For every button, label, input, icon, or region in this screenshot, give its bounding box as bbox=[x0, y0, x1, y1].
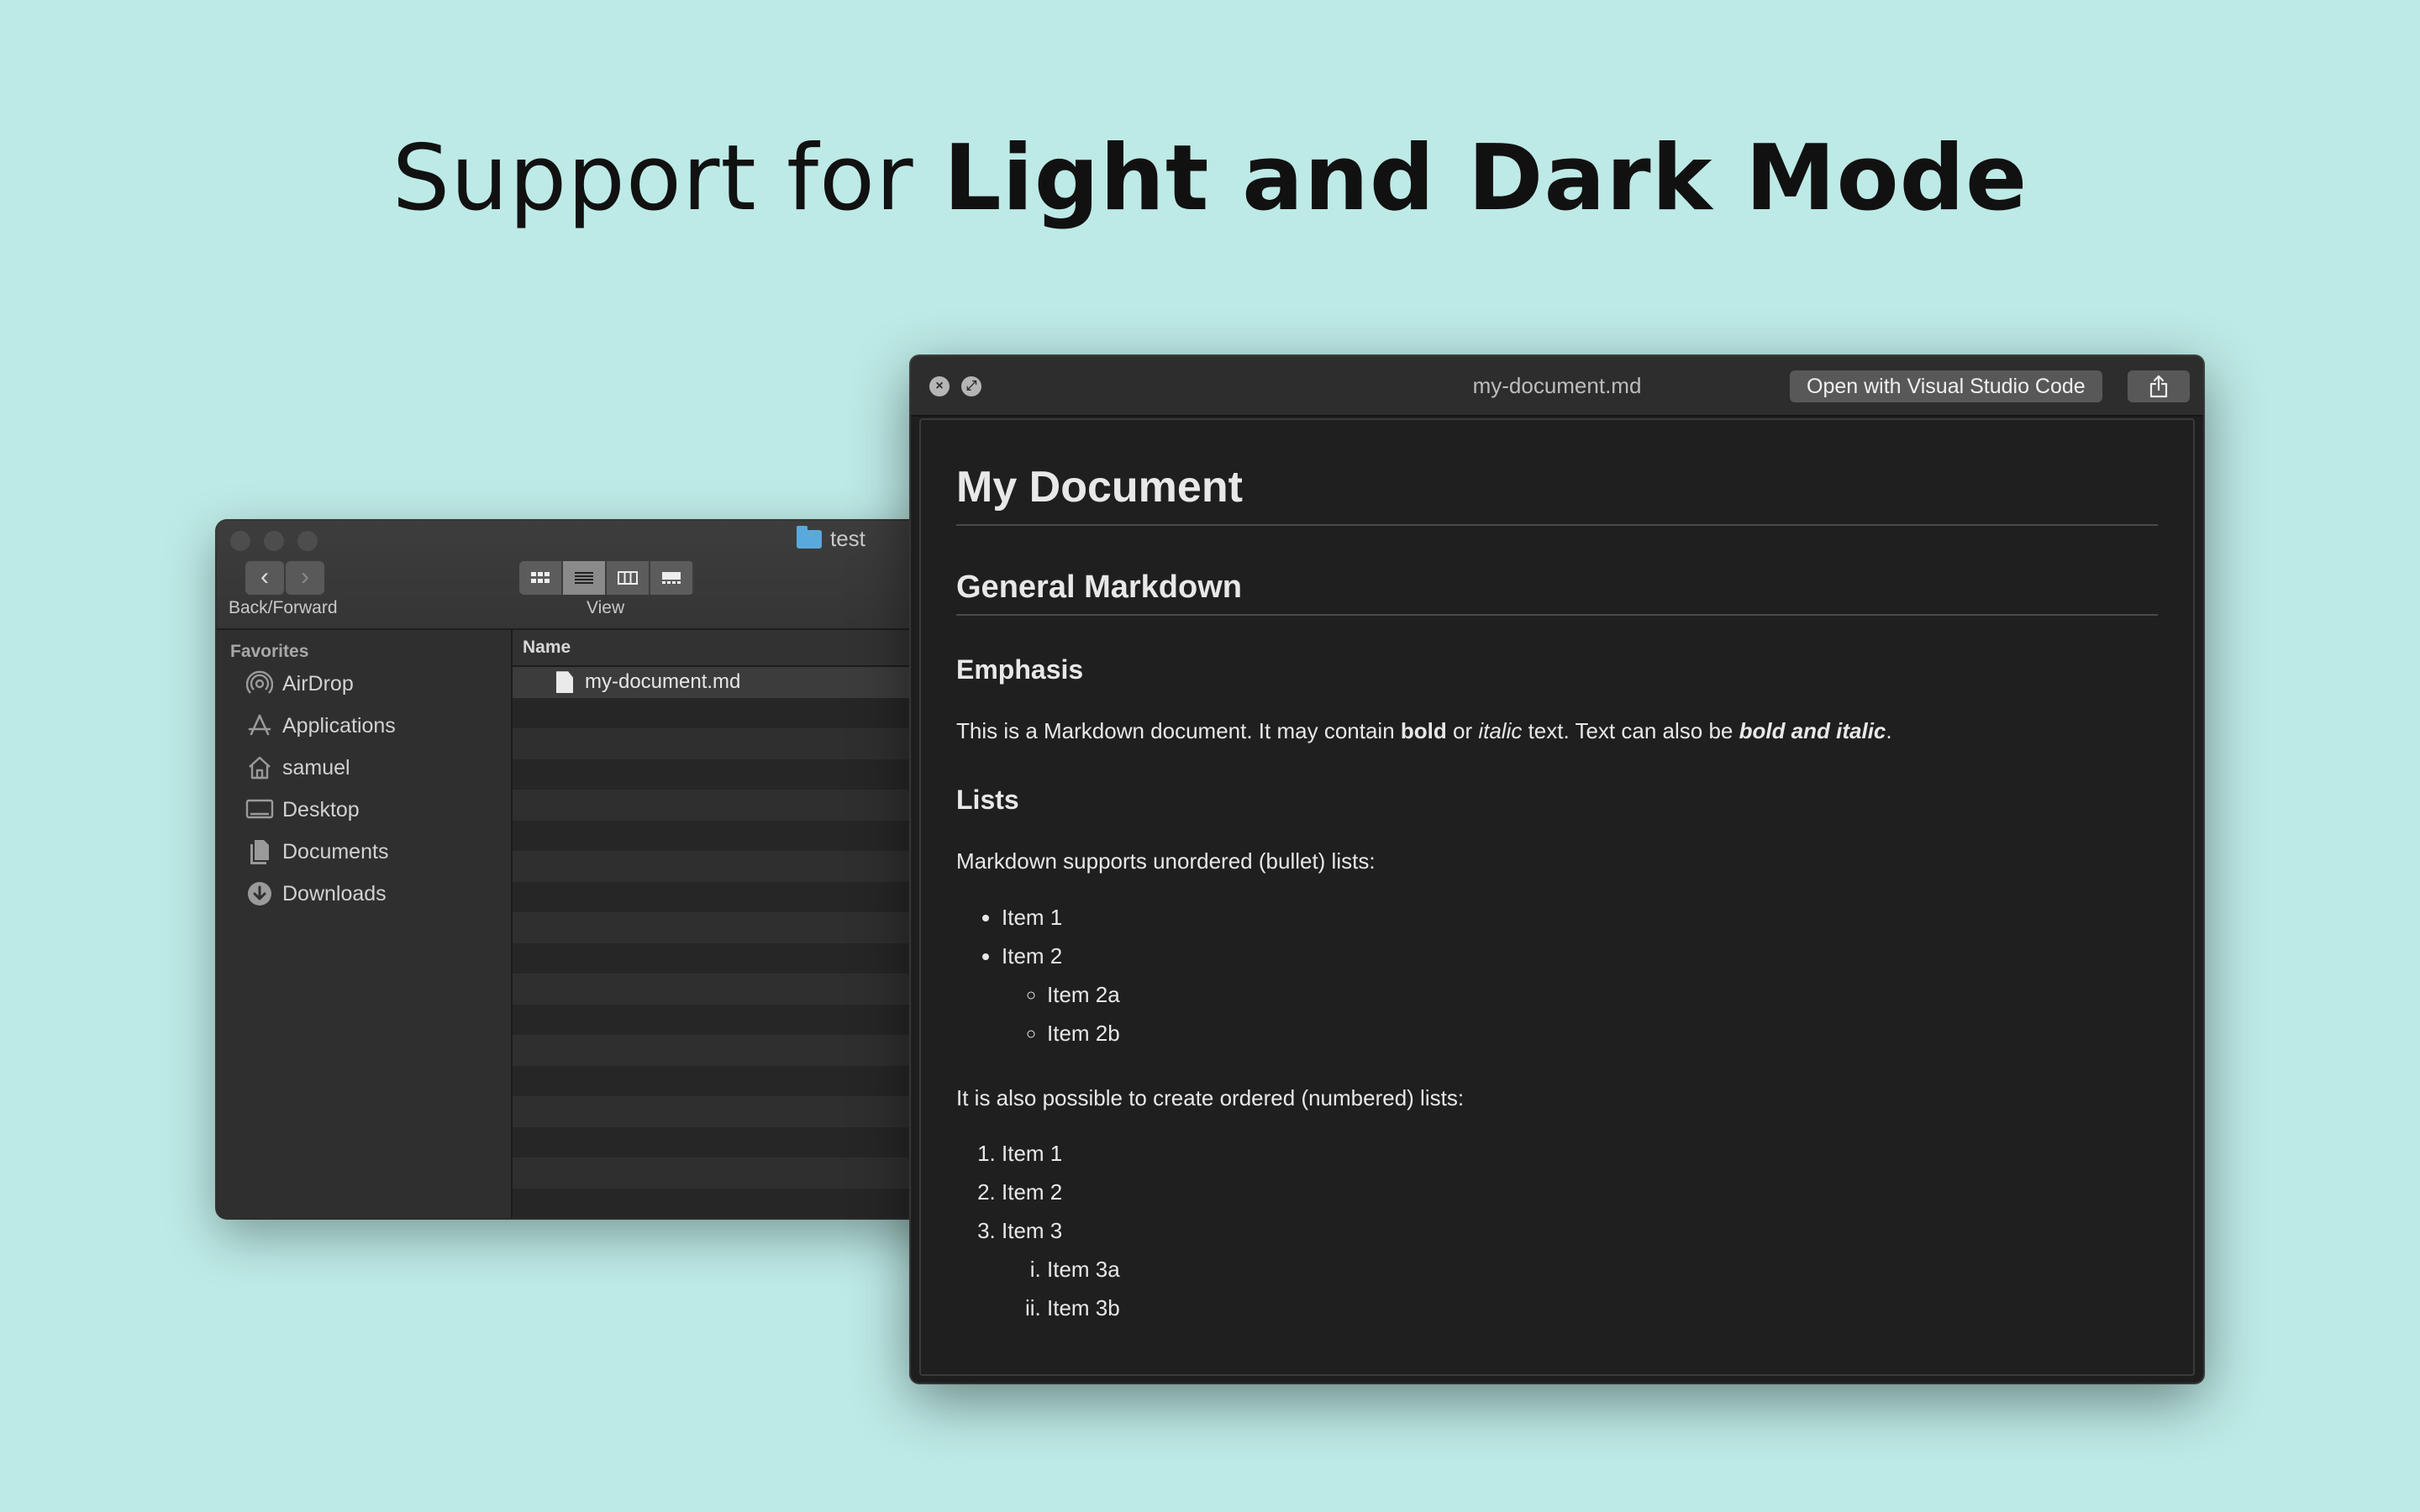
finder-sidebar: Favorites AirDrop Applications samuel De… bbox=[217, 630, 513, 1218]
chevron-left-icon: ‹ bbox=[260, 563, 269, 591]
text: This is a Markdown document. It may cont… bbox=[956, 718, 1401, 743]
list-view-button[interactable] bbox=[563, 561, 607, 595]
nested-ordered-list: Item 3a Item 3b bbox=[1002, 1250, 2158, 1327]
list-item-text: Item 2 bbox=[1002, 1179, 1063, 1205]
emphasis-paragraph: This is a Markdown document. It may cont… bbox=[956, 717, 2158, 746]
sidebar-item-documents[interactable]: Documents bbox=[245, 835, 388, 869]
list-item-text: Item 3b bbox=[1047, 1295, 1120, 1321]
sidebar-item-label: samuel bbox=[282, 755, 350, 780]
chevron-right-icon: › bbox=[301, 563, 309, 591]
headline-regular: Support for bbox=[392, 126, 944, 231]
folder-icon bbox=[797, 525, 822, 549]
headline: Support for Light and Dark Mode bbox=[0, 126, 2420, 231]
view-label: View bbox=[587, 598, 625, 617]
sidebar-item-applications[interactable]: Applications bbox=[245, 709, 396, 743]
airdrop-icon bbox=[245, 669, 274, 698]
list-item-text: Item 1 bbox=[1002, 1141, 1063, 1167]
finder-title: test bbox=[797, 525, 865, 552]
list-item: Item 2 Item 2a Item 2b bbox=[1002, 937, 2158, 1053]
list-item: Item 2b bbox=[1047, 1014, 2158, 1053]
unordered-list: Item 1 Item 2 Item 2a Item 2b bbox=[956, 898, 2158, 1053]
sidebar-item-label: Desktop bbox=[282, 797, 360, 822]
list-item-text: Item 2 bbox=[1002, 942, 1063, 969]
icon-view-button[interactable] bbox=[519, 561, 563, 595]
file-name: my-document.md bbox=[585, 670, 741, 694]
document-icon bbox=[556, 671, 573, 694]
markdown-preview: My Document General Markdown Emphasis Th… bbox=[919, 418, 2195, 1376]
text: text. Text can also be bbox=[1522, 718, 1739, 743]
sidebar-item-label: Applications bbox=[282, 713, 396, 738]
gallery-view-button[interactable] bbox=[650, 561, 694, 595]
ordered-list: Item 1 Item 2 Item 3 Item 3a Item 3b bbox=[956, 1134, 2158, 1327]
back-button[interactable]: ‹ bbox=[245, 561, 284, 595]
sidebar-item-samuel[interactable]: samuel bbox=[245, 751, 350, 785]
sidebar-item-label: Documents bbox=[282, 839, 389, 864]
zoom-button[interactable] bbox=[297, 531, 318, 551]
sidebar-item-label: Downloads bbox=[282, 881, 387, 906]
list-item: Item 3b bbox=[1047, 1289, 2158, 1327]
applications-icon bbox=[245, 711, 274, 740]
headline-bold: Light and Dark Mode bbox=[943, 126, 2028, 231]
bold-text: bold bbox=[1400, 718, 1447, 743]
forward-button[interactable]: › bbox=[286, 561, 324, 595]
text: . bbox=[1886, 718, 1892, 743]
list-item: Item 2 bbox=[1002, 1173, 2158, 1211]
share-icon bbox=[2149, 375, 2168, 398]
quicklook-titlebar: × ⤢ my-document.md Open with Visual Stud… bbox=[911, 356, 2203, 417]
text: or bbox=[1446, 718, 1479, 743]
sidebar-item-downloads[interactable]: Downloads bbox=[245, 877, 387, 911]
downloads-icon bbox=[245, 879, 274, 908]
column-view-button[interactable] bbox=[607, 561, 650, 595]
window-controls bbox=[230, 531, 318, 551]
list-item-text: Item 1 bbox=[1002, 904, 1063, 930]
unordered-intro: Markdown supports unordered (bullet) lis… bbox=[956, 848, 1376, 874]
italic-text: italic bbox=[1478, 718, 1523, 743]
sidebar-heading: Favorites bbox=[230, 642, 309, 661]
share-button[interactable] bbox=[2128, 370, 2190, 402]
list-icon bbox=[575, 572, 593, 584]
ordered-intro: It is also possible to create ordered (n… bbox=[956, 1084, 1465, 1110]
heading-emphasis: Emphasis bbox=[956, 654, 1084, 685]
desktop-icon bbox=[245, 795, 274, 824]
list-item: Item 3a bbox=[1047, 1250, 2158, 1289]
view-switcher bbox=[519, 561, 694, 595]
list-item-text: Item 3 bbox=[1002, 1218, 1063, 1244]
list-item: Item 3 Item 3a Item 3b bbox=[1002, 1211, 2158, 1327]
documents-icon bbox=[245, 837, 274, 866]
sidebar-item-airdrop[interactable]: AirDrop bbox=[245, 667, 354, 701]
nested-list: Item 2a Item 2b bbox=[1002, 975, 2158, 1053]
quicklook-window: × ⤢ my-document.md Open with Visual Stud… bbox=[911, 356, 2203, 1383]
home-icon bbox=[245, 753, 274, 782]
gallery-icon bbox=[662, 572, 681, 584]
finder-title-text: test bbox=[830, 526, 865, 551]
list-item: Item 1 bbox=[1002, 898, 2158, 937]
heading-general-markdown: General Markdown bbox=[956, 570, 2158, 616]
list-item: Item 1 bbox=[1002, 1134, 2158, 1173]
list-item-text: Item 2a bbox=[1047, 981, 1120, 1007]
back-forward-label: Back/Forward bbox=[229, 598, 338, 617]
sidebar-item-label: AirDrop bbox=[282, 671, 354, 696]
list-item: Item 2a bbox=[1047, 975, 2158, 1014]
grid-icon bbox=[531, 572, 550, 583]
back-forward-group: ‹ › bbox=[245, 561, 324, 595]
sidebar-item-desktop[interactable]: Desktop bbox=[245, 793, 360, 827]
columns-icon bbox=[618, 571, 638, 585]
close-button[interactable] bbox=[230, 531, 250, 551]
bold-italic-text: bold and italic bbox=[1739, 718, 1886, 743]
list-item-text: Item 3a bbox=[1047, 1257, 1120, 1283]
open-with-button[interactable]: Open with Visual Studio Code bbox=[1790, 370, 2102, 402]
heading-lists: Lists bbox=[956, 784, 1019, 815]
list-item-text: Item 2b bbox=[1047, 1020, 1120, 1046]
minimize-button[interactable] bbox=[264, 531, 284, 551]
doc-title: My Document bbox=[956, 420, 2158, 526]
